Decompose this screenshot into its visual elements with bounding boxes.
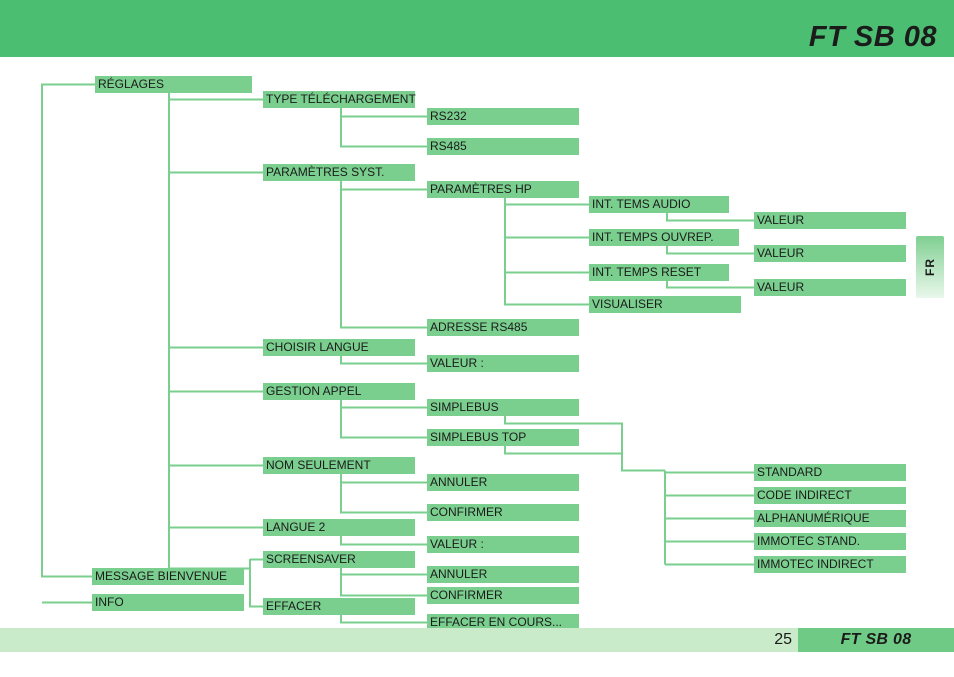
menu-node-parametres-syst[interactable]: PARAMÈTRES SYST.	[263, 164, 415, 181]
menu-node-info[interactable]: INFO	[92, 594, 244, 611]
menu-node-label: LANGUE 2	[266, 520, 326, 534]
menu-node-label: INT. TEMPS RESET	[592, 265, 702, 279]
menu-node-label: MESSAGE BIENVENUE	[95, 569, 228, 583]
menu-node-label: INFO	[95, 595, 124, 609]
menu-node-label: EFFACER	[266, 599, 322, 613]
menu-node-langue-2[interactable]: LANGUE 2	[263, 519, 415, 536]
menu-node-gestion-appel[interactable]: GESTION APPEL	[263, 383, 415, 400]
menu-tree-diagram: RÉGLAGES TYPE TÉLÉCHARGEMENT RS232 RS485 PAR…	[0, 57, 954, 631]
menu-node-label: STANDARD	[757, 465, 823, 479]
menu-node-immotec-stand[interactable]: IMMOTEC STAND.	[754, 533, 906, 550]
menu-node-label: ANNULER	[430, 475, 488, 489]
menu-node-label: VALEUR	[757, 280, 805, 294]
menu-node-label: VALEUR	[757, 246, 805, 260]
menu-node-label: RÉGLAGES	[98, 77, 165, 91]
menu-node-type-telechargement[interactable]: TYPE TÉLÉCHARGEMENT	[263, 91, 416, 108]
menu-node-annuler-scr[interactable]: ANNULER	[427, 566, 579, 583]
menu-node-int-temps-reset[interactable]: INT. TEMPS RESET	[589, 264, 729, 281]
menu-node-visualiser[interactable]: VISUALISER	[589, 296, 741, 313]
menu-node-label: VALEUR :	[430, 356, 484, 370]
menu-node-simplebus-top[interactable]: SIMPLEBUS TOP	[427, 429, 579, 446]
menu-node-label: CHOISIR LANGUE	[266, 340, 369, 354]
menu-node-label: ANNULER	[430, 567, 488, 581]
menu-node-confirmer-nom[interactable]: CONFIRMER	[427, 504, 579, 521]
menu-node-int-tems-audio[interactable]: INT. TEMS AUDIO	[589, 196, 729, 213]
menu-node-label: IMMOTEC INDIRECT	[757, 557, 874, 571]
menu-node-valeur-ouvrep[interactable]: VALEUR	[754, 245, 906, 262]
menu-node-effacer[interactable]: EFFACER	[263, 598, 415, 615]
menu-node-valeur-langue[interactable]: VALEUR :	[427, 355, 579, 372]
menu-node-nom-seulement[interactable]: NOM SEULEMENT	[263, 457, 415, 474]
menu-node-label: CODE INDIRECT	[757, 488, 852, 502]
menu-node-label: IMMOTEC STAND.	[757, 534, 861, 548]
menu-node-code-indirect[interactable]: CODE INDIRECT	[754, 487, 906, 504]
menu-node-rs485[interactable]: RS485	[427, 138, 579, 155]
menu-node-valeur-audio[interactable]: VALEUR	[754, 212, 906, 229]
menu-node-label: VALEUR :	[430, 537, 484, 551]
menu-node-message-bienvenue[interactable]: MESSAGE BIENVENUE	[92, 568, 244, 585]
menu-node-label: RS232	[430, 109, 467, 123]
menu-node-confirmer-scr[interactable]: CONFIRMER	[427, 587, 579, 604]
page-number: 25	[774, 631, 792, 648]
menu-node-label: VALEUR	[757, 213, 805, 227]
menu-node-simplebus[interactable]: SIMPLEBUS	[427, 399, 579, 416]
page-title: FT SB 08	[808, 21, 937, 53]
menu-node-label: TYPE TÉLÉCHARGEMENT	[266, 92, 416, 106]
menu-node-annuler-nom[interactable]: ANNULER	[427, 474, 579, 491]
menu-node-label: PARAMÈTRES SYST.	[266, 165, 385, 179]
menu-node-label: SIMPLEBUS TOP	[430, 430, 527, 444]
menu-node-screensaver[interactable]: SCREENSAVER	[263, 551, 415, 568]
menu-node-label: ADRESSE RS485	[430, 320, 528, 334]
menu-node-label: SCREENSAVER	[266, 552, 356, 566]
menu-node-label: GESTION APPEL	[266, 384, 362, 398]
menu-node-valeur-langue2[interactable]: VALEUR :	[427, 536, 579, 553]
menu-node-label: ALPHANUMÉRIQUE	[757, 511, 870, 525]
menu-node-label: PARAMÈTRES HP	[430, 182, 532, 196]
menu-node-label: VISUALISER	[592, 297, 663, 311]
menu-node-label: RS485	[430, 139, 467, 153]
footer-document-label: FT SB 08	[840, 631, 912, 648]
menu-node-immotec-indirect[interactable]: IMMOTEC INDIRECT	[754, 556, 906, 573]
menu-node-int-temps-ouvrep[interactable]: INT. TEMPS OUVREP.	[589, 229, 739, 246]
menu-node-standard[interactable]: STANDARD	[754, 464, 906, 481]
menu-node-label: INT. TEMPS OUVREP.	[592, 230, 714, 244]
header-bar: FT SB 08	[0, 0, 954, 57]
menu-node-valeur-reset[interactable]: VALEUR	[754, 279, 906, 296]
menu-node-parametres-hp[interactable]: PARAMÈTRES HP	[427, 181, 579, 198]
menu-node-label: NOM SEULEMENT	[266, 458, 371, 472]
menu-node-label: INT. TEMS AUDIO	[592, 197, 691, 211]
menu-node-rs232[interactable]: RS232	[427, 108, 579, 125]
menu-node-reglages[interactable]: RÉGLAGES	[95, 76, 252, 93]
menu-node-alphanumerique[interactable]: ALPHANUMÉRIQUE	[754, 510, 906, 527]
menu-node-label: SIMPLEBUS	[430, 400, 499, 414]
menu-node-label: CONFIRMER	[430, 505, 503, 519]
menu-node-adresse-rs485[interactable]: ADRESSE RS485	[427, 319, 579, 336]
menu-node-label: CONFIRMER	[430, 588, 503, 602]
menu-node-choisir-langue[interactable]: CHOISIR LANGUE	[263, 339, 415, 356]
footer-document-badge: FT SB 08	[798, 628, 954, 652]
